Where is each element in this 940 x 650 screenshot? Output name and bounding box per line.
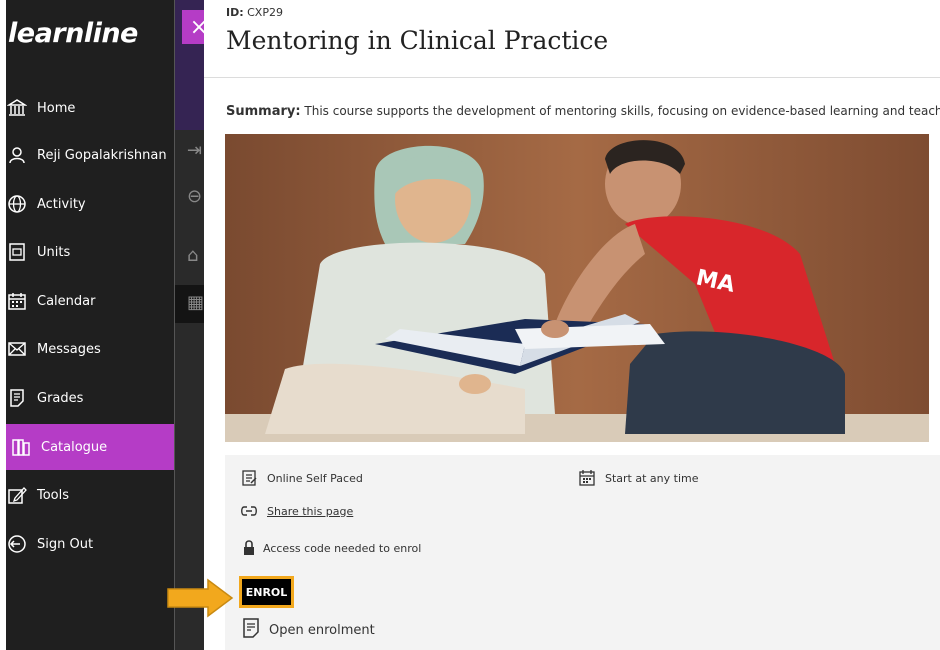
nav-activity-label: Activity xyxy=(37,196,86,212)
access-code-notice: Access code needed to enrol xyxy=(239,538,421,558)
background-sign-in-icon: ⇥ xyxy=(187,140,203,161)
enrolment-status: Open enrolment xyxy=(241,617,375,643)
calendar-icon xyxy=(6,290,28,312)
nav-activity[interactable]: Activity xyxy=(6,182,174,226)
units-icon xyxy=(6,241,28,263)
link-icon xyxy=(239,501,259,521)
nav-units-label: Units xyxy=(37,244,71,260)
background-strip: ⇥ ⊖ ⌂ ▦ xyxy=(174,0,205,650)
summary-label: Summary: xyxy=(226,104,301,119)
globe-icon xyxy=(6,193,28,215)
hero-illustration: MA xyxy=(225,134,929,442)
learnline-logo: learnline xyxy=(8,18,138,49)
course-hero-image: MA xyxy=(225,134,929,442)
access-code-label: Access code needed to enrol xyxy=(263,541,422,555)
nav-messages[interactable]: Messages xyxy=(6,327,174,371)
nav-sign-out-label: Sign Out xyxy=(37,536,94,552)
nav-calendar-label: Calendar xyxy=(37,293,96,309)
nav-tools[interactable]: Tools xyxy=(6,473,174,517)
grades-icon xyxy=(6,387,28,409)
nav-grades-label: Grades xyxy=(37,390,84,406)
nav-catalogue[interactable]: Catalogue xyxy=(6,424,174,470)
page-title: Mentoring in Clinical Practice xyxy=(226,26,609,55)
start-info-label: Start at any time xyxy=(605,471,699,485)
user-icon xyxy=(6,144,28,166)
background-circle-icon: ⊖ xyxy=(187,186,203,207)
sign-out-icon xyxy=(6,533,28,555)
course-panel: ID: CXP29 Mentoring in Clinical Practice… xyxy=(204,0,940,650)
enrolment-status-label: Open enrolment xyxy=(269,622,375,638)
enrol-button[interactable]: ENROL xyxy=(239,576,294,608)
delivery-mode: Online Self Paced xyxy=(239,468,363,488)
sidebar: learnline Home Reji Gopalakrishnan Activ… xyxy=(6,0,174,650)
lock-icon xyxy=(239,538,259,558)
nav-messages-label: Messages xyxy=(37,341,101,357)
background-calendar-icon: ▦ xyxy=(187,292,205,313)
envelope-icon xyxy=(6,338,28,360)
tools-icon xyxy=(6,484,28,506)
nav-home[interactable]: Home xyxy=(6,86,174,130)
course-mode-icon xyxy=(239,468,259,488)
nav-calendar[interactable]: Calendar xyxy=(6,279,174,323)
background-home-icon: ⌂ xyxy=(187,245,199,266)
nav-sign-out[interactable]: Sign Out xyxy=(6,522,174,566)
calendar-icon xyxy=(577,468,597,488)
nav-grades[interactable]: Grades xyxy=(6,376,174,420)
start-info: Start at any time xyxy=(577,468,699,488)
highlight-arrow-icon xyxy=(167,578,234,618)
course-id: ID: CXP29 xyxy=(226,6,283,19)
home-icon xyxy=(6,97,28,119)
nav-tools-label: Tools xyxy=(37,487,70,503)
summary-text: This course supports the development of … xyxy=(304,104,940,118)
nav-profile[interactable]: Reji Gopalakrishnan xyxy=(6,133,174,177)
share-row[interactable]: Share this page xyxy=(239,501,353,521)
title-divider xyxy=(204,77,940,78)
course-summary: Summary: This course supports the develo… xyxy=(226,104,940,119)
enrolment-icon xyxy=(241,617,261,643)
course-details: Online Self Paced Start at any time Shar… xyxy=(225,455,940,650)
course-id-value: CXP29 xyxy=(247,6,283,19)
catalogue-icon xyxy=(10,436,32,458)
nav-units[interactable]: Units xyxy=(6,230,174,274)
nav-profile-label: Reji Gopalakrishnan xyxy=(37,147,167,163)
share-page-link[interactable]: Share this page xyxy=(267,505,353,518)
delivery-mode-label: Online Self Paced xyxy=(267,471,363,485)
course-id-label: ID: xyxy=(226,6,244,19)
nav-home-label: Home xyxy=(37,100,76,116)
nav-catalogue-label: Catalogue xyxy=(41,439,108,455)
